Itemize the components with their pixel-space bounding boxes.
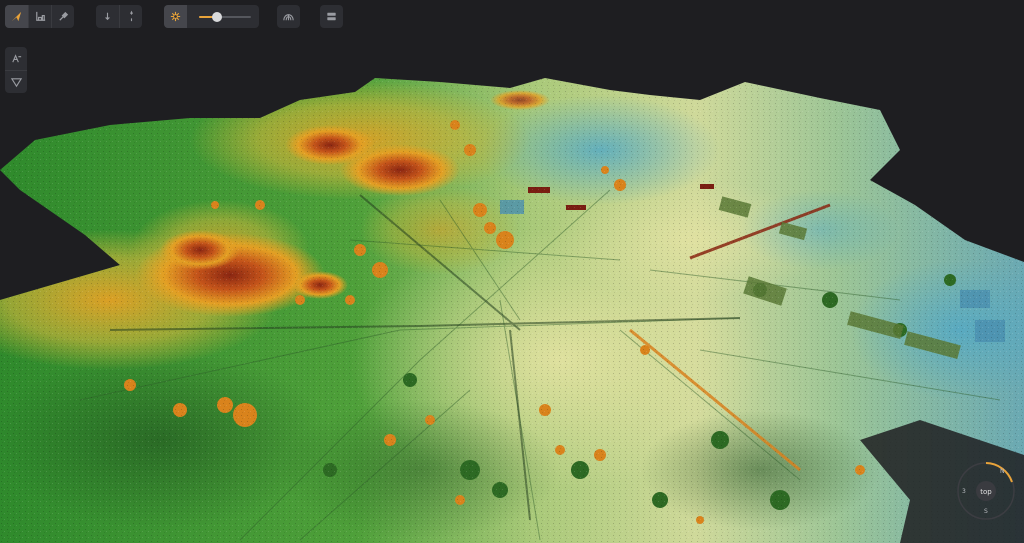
dome-view-icon[interactable] [277, 5, 300, 28]
terrain-point-cloud[interactable] [0, 60, 1024, 543]
tool-group-layers [320, 5, 343, 28]
measure-profile-icon[interactable] [28, 5, 51, 28]
point-light-icon[interactable] [164, 5, 187, 28]
tool-group-vertical-move [96, 5, 142, 28]
compass-north-label: N [1000, 468, 1005, 475]
point-size-control [164, 5, 259, 28]
point-cloud-viewport[interactable] [0, 0, 1024, 543]
eyedropper-icon[interactable] [51, 5, 74, 28]
side-tool-group [5, 47, 27, 93]
tool-group-dome [277, 5, 300, 28]
point-size-slider[interactable] [199, 12, 251, 22]
compass-west-label: 3 [962, 488, 966, 495]
move-down-icon[interactable] [96, 5, 119, 28]
move-up-icon[interactable] [119, 5, 142, 28]
tool-group-primary [5, 5, 74, 28]
navigate-arrow-icon[interactable] [5, 5, 28, 28]
point-size-slider-knob[interactable] [212, 12, 223, 22]
compass-south-label: S [984, 508, 988, 515]
elevation-ramp-icon[interactable] [5, 47, 27, 70]
compass-view-label: top [980, 488, 992, 496]
filter-icon[interactable] [5, 70, 27, 93]
layers-panel-icon[interactable] [320, 5, 343, 28]
